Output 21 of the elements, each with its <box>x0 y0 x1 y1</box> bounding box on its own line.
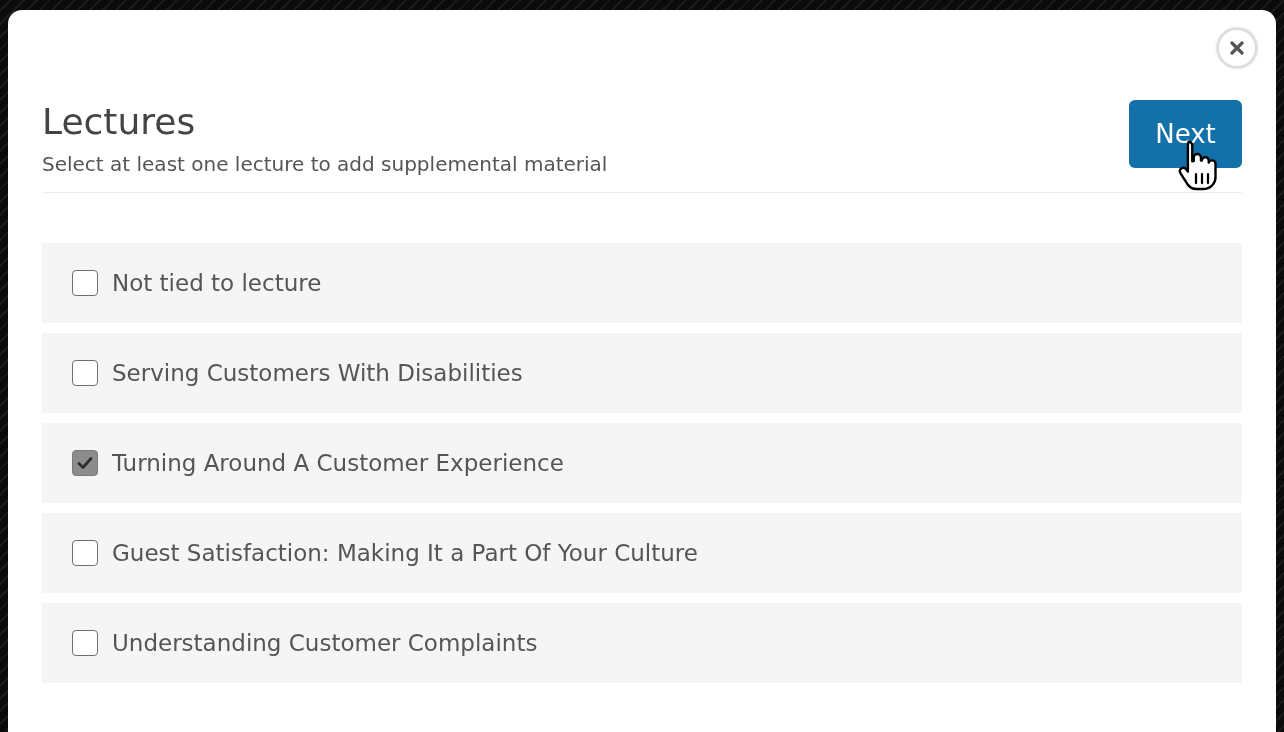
close-icon <box>1230 41 1244 55</box>
lecture-label: Turning Around A Customer Experience <box>112 449 564 478</box>
checkbox[interactable] <box>72 450 98 476</box>
checkbox[interactable] <box>72 360 98 386</box>
lecture-row[interactable]: Guest Satisfaction: Making It a Part Of Your Culture <box>42 513 1242 593</box>
lecture-label: Not tied to lecture <box>112 269 322 298</box>
lecture-row[interactable]: Turning Around A Customer Experience <box>42 423 1242 503</box>
checkbox[interactable] <box>72 540 98 566</box>
lecture-label: Serving Customers With Disabilities <box>112 359 523 388</box>
dialog-subtitle: Select at least one lecture to add supplemental material <box>42 151 608 178</box>
lecture-row[interactable]: Not tied to lecture <box>42 243 1242 323</box>
close-button[interactable] <box>1217 28 1257 68</box>
lecture-label: Guest Satisfaction: Making It a Part Of Your Culture <box>112 539 698 568</box>
checkbox[interactable] <box>72 630 98 656</box>
lecture-row[interactable]: Understanding Customer Complaints <box>42 603 1242 683</box>
check-icon <box>77 456 93 470</box>
lecture-row[interactable]: Serving Customers With Disabilities <box>42 333 1242 413</box>
lecture-label: Understanding Customer Complaints <box>112 629 538 658</box>
next-button[interactable]: Next <box>1129 100 1242 168</box>
checkbox[interactable] <box>72 270 98 296</box>
dialog-title: Lectures <box>42 100 197 144</box>
